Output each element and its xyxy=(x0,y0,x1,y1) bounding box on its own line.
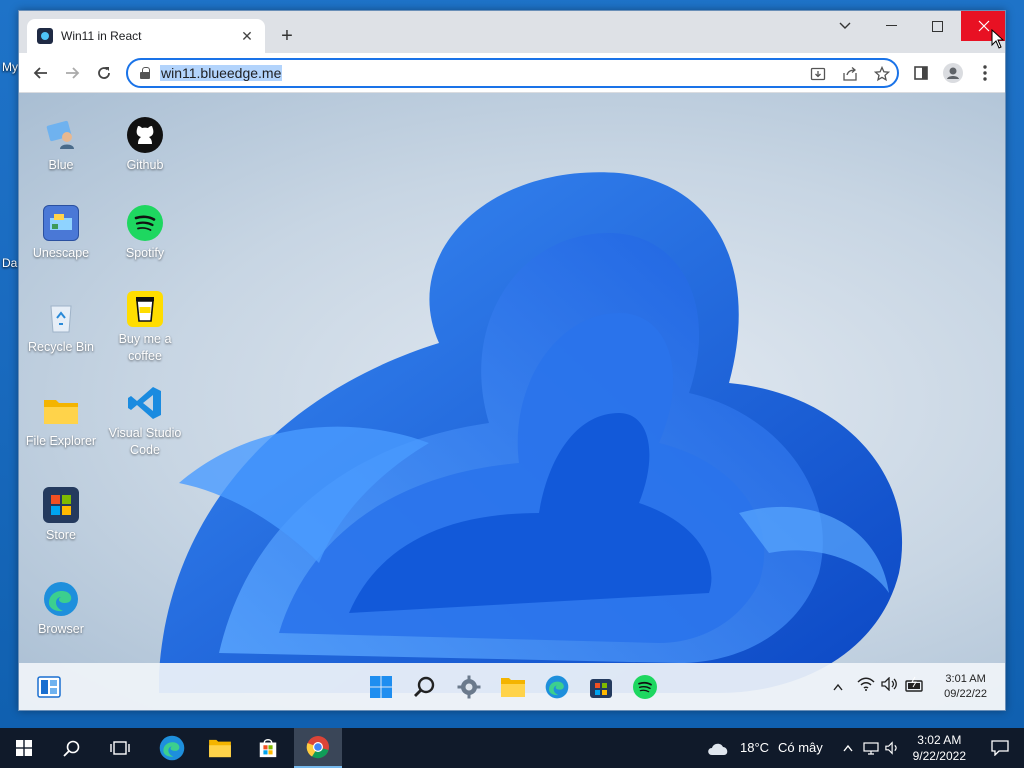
desktop-icon-file-explorer[interactable]: File Explorer xyxy=(19,393,103,450)
desktop-icon-label: Blue xyxy=(48,158,74,172)
host-notification-icon[interactable] xyxy=(976,728,1024,768)
recycle-bin-icon xyxy=(43,299,79,335)
host-network-icon[interactable] xyxy=(860,728,882,768)
new-tab-button[interactable]: + xyxy=(275,25,299,47)
tab-close-icon[interactable]: ✕ xyxy=(239,28,255,45)
share-icon[interactable] xyxy=(840,64,860,84)
forward-arrow-icon[interactable] xyxy=(60,61,84,85)
wifi-icon[interactable] xyxy=(857,677,875,694)
host-time: 3:02 AM xyxy=(917,733,962,747)
github-icon xyxy=(127,117,163,153)
browser-toolbar: win11.blueedge.me xyxy=(19,53,1005,93)
widgets-icon[interactable] xyxy=(35,673,63,701)
tray-chevron-up-icon[interactable] xyxy=(833,679,843,694)
maximize-button[interactable] xyxy=(914,11,960,41)
menu-kebab-icon[interactable] xyxy=(973,61,997,85)
browser-window: Win11 in React ✕ + win11.blueedge.me Blu… xyxy=(18,10,1006,711)
url-text[interactable]: win11.blueedge.me xyxy=(160,65,283,81)
host-store-icon[interactable] xyxy=(244,728,292,768)
win11-taskbar: 3:01 AM 09/22/22 xyxy=(19,663,1005,710)
host-file-explorer-icon[interactable] xyxy=(196,728,244,768)
desktop-icon-label: Store xyxy=(46,528,76,542)
host-clock[interactable]: 3:02 AM 9/22/2022 xyxy=(913,732,966,764)
unescape-icon xyxy=(43,205,79,241)
vscode-icon xyxy=(127,385,163,421)
desktop-icon-label: Browser xyxy=(38,622,84,636)
host-weather-cloud-icon[interactable] xyxy=(696,728,740,768)
settings-gear-icon[interactable] xyxy=(455,673,483,701)
host-task-view-icon[interactable] xyxy=(96,728,144,768)
back-arrow-icon[interactable] xyxy=(29,61,53,85)
file-explorer-folder-icon[interactable] xyxy=(499,673,527,701)
lock-icon[interactable] xyxy=(140,67,150,79)
desktop-icon-label: Recycle Bin xyxy=(28,340,94,354)
win11-date: 09/22/22 xyxy=(944,688,987,700)
host-start-windows-icon[interactable] xyxy=(0,728,48,768)
desktop-icon-buy-me-a-coffee[interactable]: Buy me a coffee xyxy=(103,291,187,365)
desktop-icon-vscode[interactable]: Visual Studio Code xyxy=(103,385,187,459)
host-taskbar: 18°C Có mây 3:02 AM 9/22/2022 xyxy=(0,728,1024,768)
desktop-icon-label: Spotify xyxy=(125,246,165,260)
address-bar[interactable]: win11.blueedge.me xyxy=(126,58,899,88)
browser-titlebar: Win11 in React ✕ + xyxy=(19,11,1005,53)
edge-browser-icon[interactable] xyxy=(543,673,571,701)
profile-avatar-icon[interactable] xyxy=(941,61,965,85)
minimize-button[interactable] xyxy=(868,11,914,41)
spotify-icon xyxy=(127,205,163,241)
host-edge-icon[interactable] xyxy=(148,728,196,768)
host-weather-text[interactable]: Có mây xyxy=(778,740,823,755)
bookmark-star-icon[interactable] xyxy=(872,64,892,84)
desktop-icon-unescape[interactable]: Unescape xyxy=(19,205,103,262)
desktop-icon-label: Github xyxy=(126,158,164,172)
coffee-cup-icon xyxy=(127,291,163,327)
host-desktop-label-my: My xyxy=(2,60,18,74)
spotify-app-icon[interactable] xyxy=(631,673,659,701)
store-icon xyxy=(43,487,79,523)
host-tray-chevron-up-icon[interactable] xyxy=(838,728,858,768)
start-windows-icon[interactable] xyxy=(367,673,395,701)
install-app-icon[interactable] xyxy=(808,64,828,84)
desktop-icon-recycle-bin[interactable]: Recycle Bin xyxy=(19,299,103,356)
tab-search-chevron-icon[interactable] xyxy=(822,11,868,41)
host-desktop-label-da: Da xyxy=(2,256,18,270)
desktop-icon-spotify[interactable]: Spotify xyxy=(103,205,187,262)
host-weather-temp[interactable]: 18°C xyxy=(740,740,769,755)
user-pc-icon xyxy=(43,117,79,153)
edge-icon xyxy=(43,581,79,617)
site-favicon-icon xyxy=(37,28,53,44)
volume-icon[interactable] xyxy=(881,676,899,694)
win11-desktop: Blue Github Unescape Spotify Recycle Bin xyxy=(19,93,1005,710)
folder-icon xyxy=(43,393,79,429)
desktop-icon-store[interactable]: Store xyxy=(19,487,103,544)
desktop-icon-label: Visual Studio Code xyxy=(108,426,182,457)
tab-title: Win11 in React xyxy=(61,29,142,43)
store-bag-icon[interactable] xyxy=(587,673,615,701)
host-date: 9/22/2022 xyxy=(912,749,966,763)
desktop-icon-blue[interactable]: Blue xyxy=(19,117,103,174)
side-panel-icon[interactable] xyxy=(909,61,933,85)
desktop-icon-browser[interactable]: Browser xyxy=(19,581,103,638)
desktop-icon-github[interactable]: Github xyxy=(103,117,187,174)
battery-icon[interactable] xyxy=(905,676,925,695)
desktop-icon-label: File Explorer xyxy=(25,434,97,448)
reload-icon[interactable] xyxy=(92,61,116,85)
host-search-icon[interactable] xyxy=(48,728,96,768)
host-chrome-icon[interactable] xyxy=(294,728,342,768)
desktop-icon-label: Unescape xyxy=(32,246,90,260)
browser-tab[interactable]: Win11 in React ✕ xyxy=(27,19,265,53)
search-icon[interactable] xyxy=(411,673,439,701)
desktop-icon-label: Buy me a coffee xyxy=(118,332,172,363)
mouse-cursor-icon xyxy=(991,29,1005,49)
win11-clock[interactable]: 3:01 AM 09/22/22 xyxy=(944,672,987,702)
win11-time: 3:01 AM xyxy=(945,673,986,685)
host-volume-icon[interactable] xyxy=(882,728,904,768)
